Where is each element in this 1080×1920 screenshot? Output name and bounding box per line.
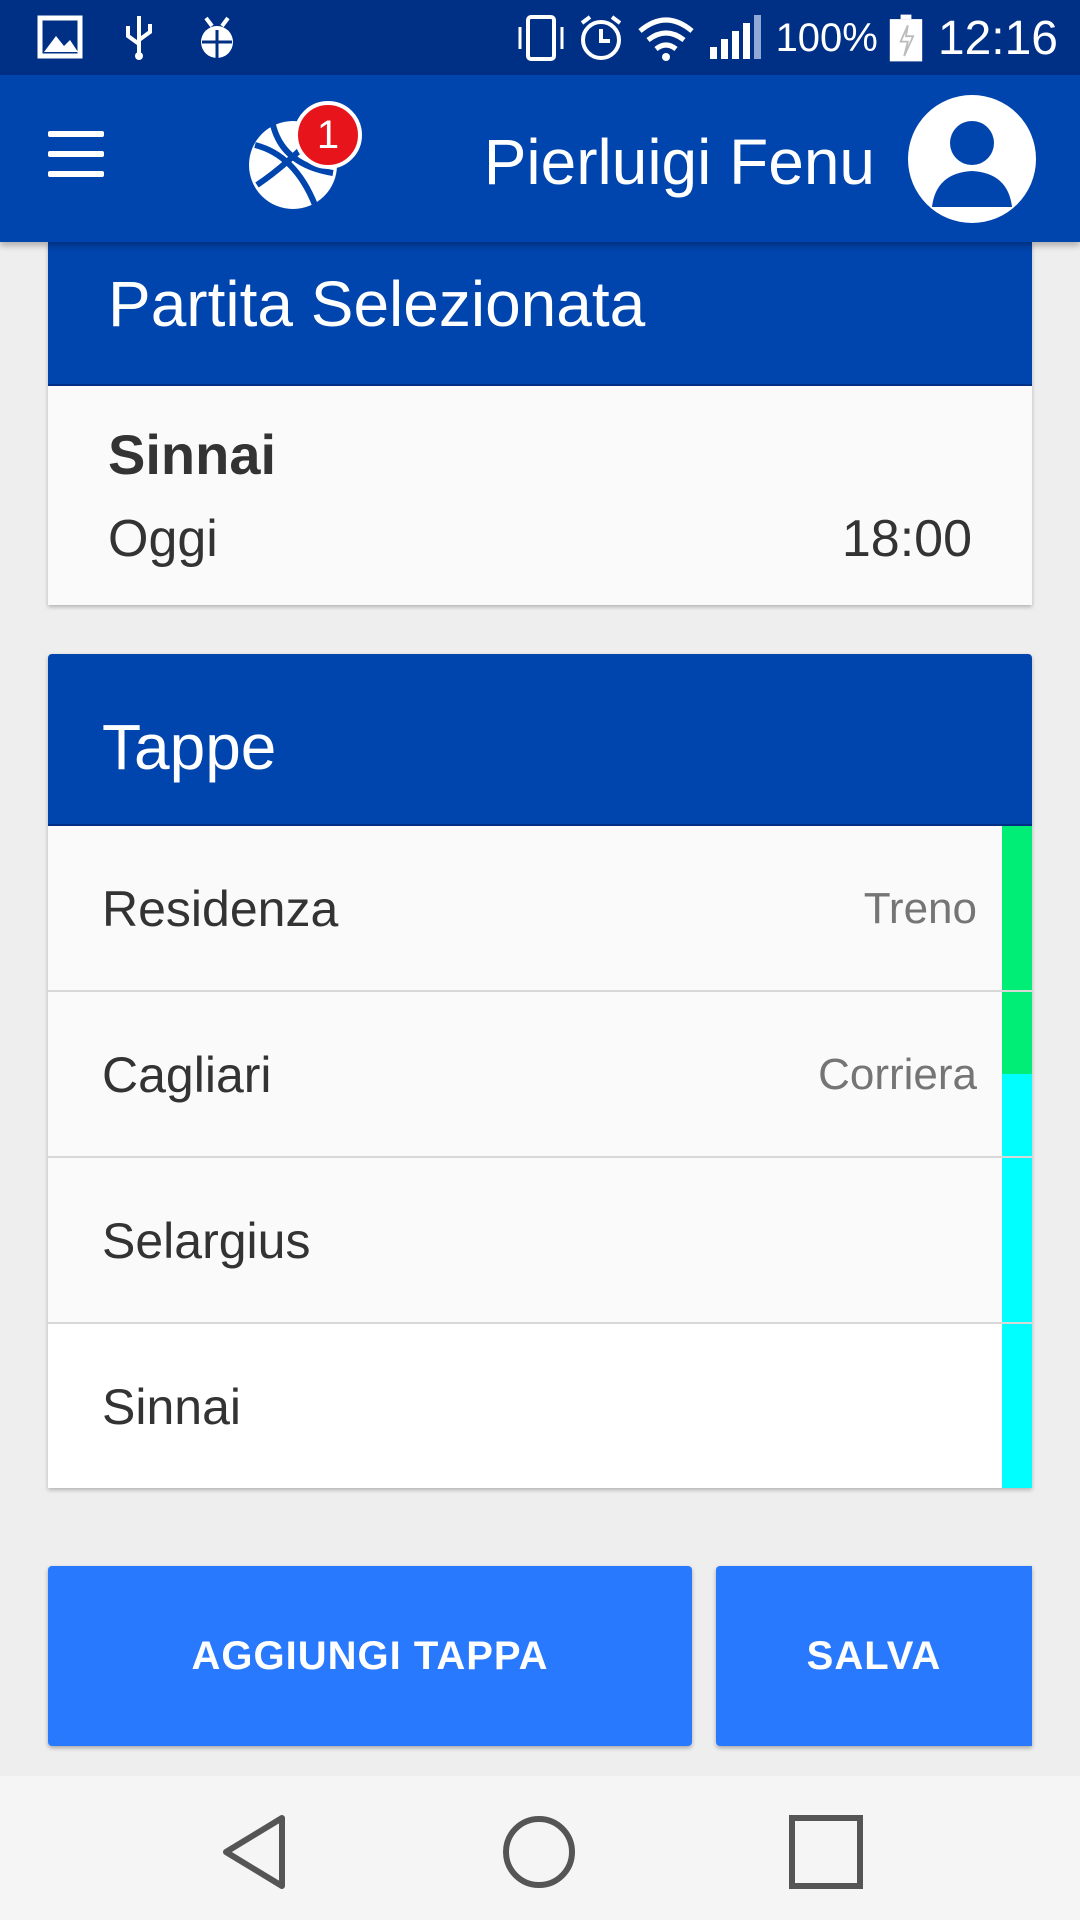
alarm-icon xyxy=(580,15,621,60)
avatar-icon[interactable] xyxy=(908,95,1036,223)
stop-place: Cagliari xyxy=(102,1047,272,1103)
user-name: Pierluigi Fenu xyxy=(483,126,875,198)
bug-icon xyxy=(201,16,233,58)
system-nav-bar xyxy=(0,1776,1080,1920)
match-name: Sinnai xyxy=(108,423,277,486)
vibrate-icon xyxy=(518,15,564,61)
route-segment-indicator xyxy=(1002,992,1032,1156)
stop-transport: Treno xyxy=(863,884,977,933)
home-icon[interactable] xyxy=(499,1812,579,1892)
stops-title: Tappe xyxy=(102,711,277,783)
image-icon xyxy=(37,15,83,59)
selected-match-header: Partita Selezionata xyxy=(48,242,1032,386)
stop-place: Selargius xyxy=(102,1213,311,1269)
stop-place: Sinnai xyxy=(102,1379,241,1435)
route-segment-indicator xyxy=(1002,826,1032,990)
route-segment-indicator xyxy=(1002,1324,1032,1488)
wifi-icon xyxy=(637,17,694,61)
clock: 12:16 xyxy=(937,11,1058,65)
recents-icon[interactable] xyxy=(786,1812,866,1892)
stop-item[interactable]: Selargius xyxy=(48,1158,1032,1324)
menu-icon[interactable] xyxy=(48,131,120,191)
match-time: 18:00 xyxy=(841,510,972,568)
stops-header: Tappe xyxy=(48,654,1032,826)
back-icon[interactable] xyxy=(216,1812,296,1892)
route-segment-indicator xyxy=(1002,1158,1032,1322)
notification-badge[interactable]: 1 xyxy=(294,101,362,169)
stop-item[interactable]: Cagliari Corriera xyxy=(48,992,1032,1158)
signal-icon xyxy=(709,15,761,59)
app-bar: 1 Pierluigi Fenu xyxy=(0,75,1080,242)
stop-transport: Corriera xyxy=(818,1050,977,1099)
stop-item[interactable]: Residenza Treno xyxy=(48,826,1032,992)
add-stop-button[interactable]: AGGIUNGI TAPPA xyxy=(48,1566,692,1746)
battery-percent: 100% xyxy=(775,15,878,60)
battery-icon xyxy=(889,14,923,62)
selected-match-title: Partita Selezionata xyxy=(108,268,646,340)
stops-card: Tappe Residenza Treno Cagliari Corriera … xyxy=(48,654,1032,1488)
selected-match-card[interactable]: Partita Selezionata Sinnai Oggi 18:00 xyxy=(48,242,1032,605)
usb-icon xyxy=(126,16,152,60)
stop-item[interactable]: Sinnai xyxy=(48,1324,1032,1488)
save-button[interactable]: SALVA xyxy=(716,1566,1032,1746)
stop-place: Residenza xyxy=(102,881,339,937)
match-day: Oggi xyxy=(108,510,218,568)
stops-list: Residenza Treno Cagliari Corriera Selarg… xyxy=(48,826,1032,1488)
status-bar: 100% 12:16 xyxy=(0,0,1080,75)
